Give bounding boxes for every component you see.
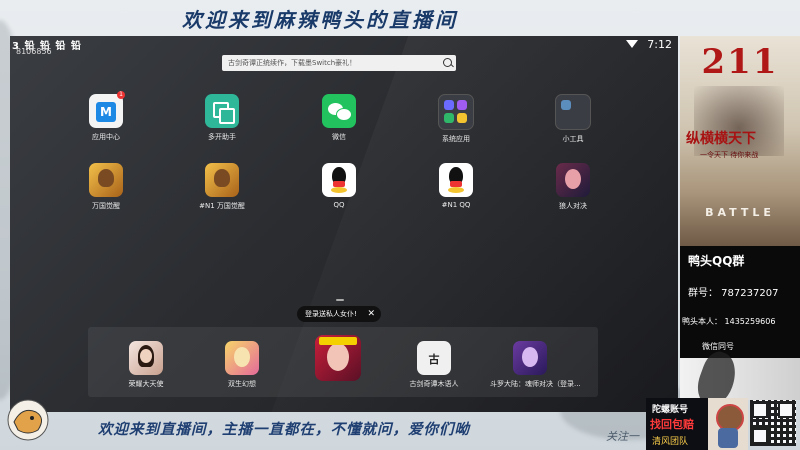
system-apps-folder-icon bbox=[438, 94, 474, 130]
welcome-banner: 欢迎来到麻辣鸭头的直播间 bbox=[182, 8, 458, 32]
app-rise-of-kingdoms[interactable]: 万国觉醒 bbox=[66, 163, 146, 211]
dock-app-gujian[interactable]: 古 古剑奇谭木语人 bbox=[394, 341, 474, 389]
poster-title: 纵横横天下 bbox=[686, 131, 756, 147]
app-label: 小工具 bbox=[562, 135, 584, 143]
archangel-game-icon bbox=[129, 341, 163, 375]
app-label: 斗罗大陆：魂师对决（登录... bbox=[490, 380, 581, 388]
dock: 荣耀大天使 双生幻想 古 古剑奇谭木语人 斗罗大陆：魂师对决（登录... bbox=[88, 327, 598, 397]
app-label: 荣耀大天使 bbox=[128, 380, 164, 388]
werewolf-icon bbox=[556, 163, 590, 197]
tools-folder-icon bbox=[555, 94, 591, 130]
poster-subtitle: 一令天下 待你来战 bbox=[700, 151, 759, 159]
promo-tooltip[interactable]: 登录送私人女仆! ✕ bbox=[297, 306, 381, 322]
dock-app-douluo[interactable]: 斗罗大陆：魂师对决（登录... bbox=[490, 341, 581, 389]
mascot-image bbox=[708, 398, 748, 450]
wifi-icon bbox=[626, 40, 638, 48]
app-tools[interactable]: 小工具 bbox=[533, 94, 613, 144]
promo-line2: 找回包赔 bbox=[650, 418, 694, 431]
ink-decoration bbox=[680, 347, 800, 411]
app-wechat[interactable]: 微信 bbox=[299, 94, 379, 142]
douluo-game-icon bbox=[513, 341, 547, 375]
app-label: #N1 QQ bbox=[441, 201, 471, 209]
streamer-logo-icon bbox=[7, 399, 49, 441]
dock-app-archangel[interactable]: 荣耀大天使 bbox=[106, 341, 186, 389]
search-bar[interactable]: 古剑奇谭正统续作，下载墨Switch豪礼！ bbox=[222, 55, 456, 71]
app-label: 应用中心 bbox=[92, 133, 120, 141]
app-store-icon: M 1 bbox=[89, 91, 125, 128]
app-label: 多开助手 bbox=[208, 133, 236, 141]
tooltip-text: 登录送私人女仆! bbox=[305, 310, 357, 318]
app-label: 古剑奇谭木语人 bbox=[409, 380, 459, 388]
owner-contact: 鸭头本人： 1435259606 bbox=[682, 317, 776, 326]
gujian-game-icon: 古 bbox=[417, 341, 451, 375]
twin-fantasy-icon bbox=[225, 341, 259, 375]
app-label: 微信 bbox=[332, 133, 346, 141]
bottom-welcome-banner: 欢迎来到直播间，主播一直都在，不懂就问，爱你们呦 bbox=[98, 421, 470, 438]
featured-game-icon bbox=[315, 335, 361, 381]
app-label: 双生幻想 bbox=[228, 380, 256, 388]
qq-group-panel: 鸭头QQ群 群号： 787237207 鸭头本人： 1435259606 微信同… bbox=[680, 246, 800, 358]
notification-badge: 1 bbox=[117, 91, 125, 99]
app-qq-clone[interactable]: #N1 QQ bbox=[416, 163, 496, 209]
multi-open-icon bbox=[205, 94, 239, 128]
game-poster: 211 纵横横天下 一令天下 待你来战 BATTLE bbox=[680, 36, 800, 246]
promo-line1: 陀螺账号 bbox=[652, 405, 689, 415]
app-label: 万国觉醒 bbox=[92, 202, 120, 210]
qq-icon bbox=[322, 163, 356, 197]
app-system-apps[interactable]: 系统应用 bbox=[416, 94, 496, 144]
poster-battle: BATTLE bbox=[705, 206, 775, 219]
device-id: 8106856 bbox=[16, 47, 52, 56]
android-home-screen: 3 铅 铅 铅 铅 8106856 7:12 古剑奇谭正统续作，下载墨Switc… bbox=[10, 36, 678, 412]
app-label: 狼人对决 bbox=[559, 202, 587, 210]
app-multi-open[interactable]: 多开助手 bbox=[182, 94, 262, 142]
rise-of-kingdoms-icon bbox=[89, 163, 123, 197]
app-label: 系统应用 bbox=[442, 135, 470, 143]
qq-group-title: 鸭头QQ群 bbox=[688, 254, 745, 268]
rise-of-kingdoms-clone-icon bbox=[205, 163, 239, 197]
app-werewolf[interactable]: 狼人对决 bbox=[533, 163, 613, 211]
status-time: 7:12 bbox=[647, 38, 672, 51]
dock-handle[interactable] bbox=[336, 299, 344, 301]
poster-number: 211 bbox=[701, 42, 779, 82]
close-icon[interactable]: ✕ bbox=[367, 306, 375, 322]
dock-app-featured[interactable] bbox=[298, 335, 378, 381]
app-label: QQ bbox=[333, 201, 345, 209]
app-qq[interactable]: QQ bbox=[299, 163, 379, 209]
app-rise-of-kingdoms-clone[interactable]: #N1 万国觉醒 bbox=[182, 163, 262, 211]
qq-clone-icon bbox=[439, 163, 473, 197]
promo-line3: 清风团队 bbox=[652, 437, 689, 447]
account-recovery-promo: 陀螺账号 找回包赔 清风团队 bbox=[646, 398, 708, 450]
app-label: #N1 万国觉醒 bbox=[199, 202, 245, 210]
search-placeholder: 古剑奇谭正统续作，下载墨Switch豪礼！ bbox=[228, 59, 357, 67]
follow-text: 关注一 bbox=[606, 430, 639, 443]
qr-code bbox=[750, 400, 796, 446]
search-icon[interactable] bbox=[443, 58, 452, 67]
qq-group-number: 群号： 787237207 bbox=[688, 288, 779, 299]
dock-app-twin-fantasy[interactable]: 双生幻想 bbox=[202, 341, 282, 389]
wechat-icon bbox=[322, 94, 356, 128]
app-app-center[interactable]: M 1 应用中心 bbox=[66, 91, 146, 142]
